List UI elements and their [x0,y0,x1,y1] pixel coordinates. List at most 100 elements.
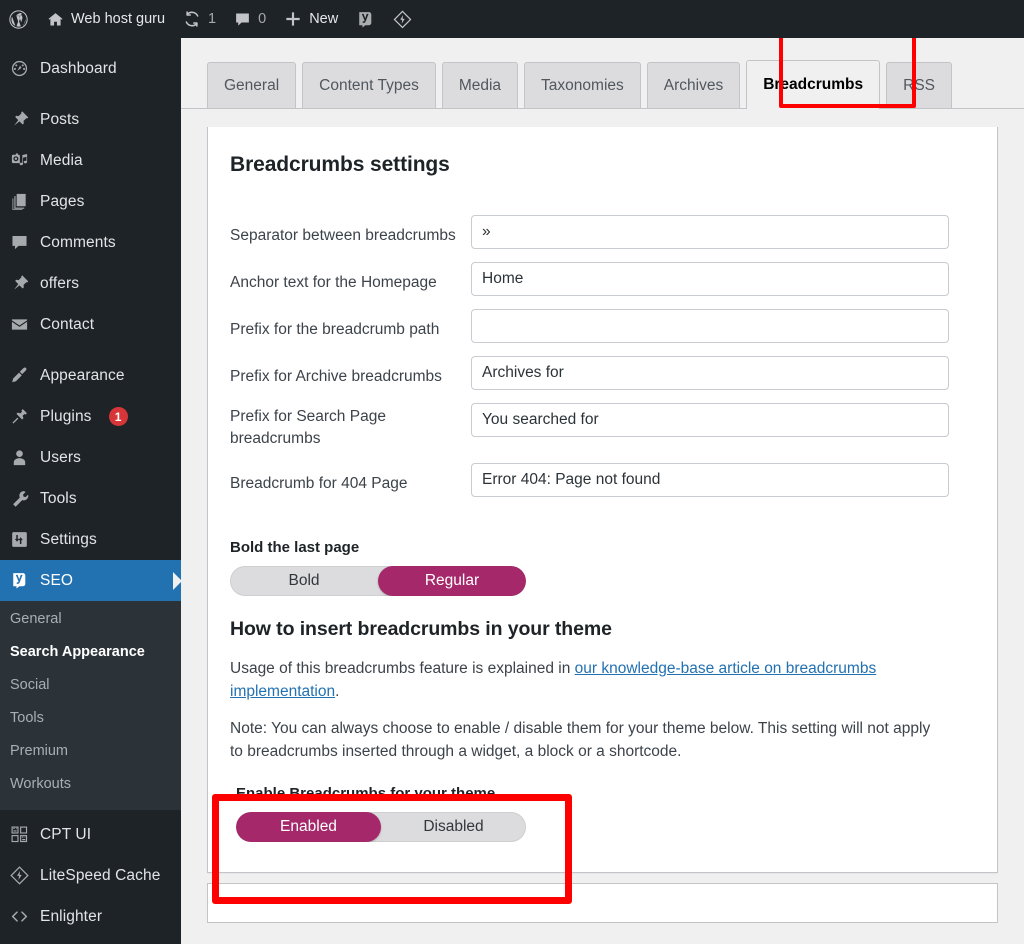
sidebar-item-label: Contact [40,315,95,333]
settings-sliders-icon [8,529,30,551]
archive-prefix-input[interactable] [471,356,949,390]
field-label: Prefix for Search Page breadcrumbs [230,408,386,447]
sidebar-item-cpt-ui[interactable]: CPT UI [0,814,181,855]
wp-logo-menu[interactable] [0,0,38,38]
yoast-adminbar-menu[interactable] [347,0,384,38]
admin-sidebar-menu: Dashboard Posts Media Pages Comments off… [0,38,182,944]
next-settings-card [207,883,998,923]
bold-option[interactable]: Bold [230,566,378,596]
tab-general[interactable]: General [207,62,297,108]
sidebar-item-plugins[interactable]: Plugins 1 [0,396,181,437]
sidebar-item-label: Plugins [40,407,92,425]
yoast-seo-icon [356,10,375,29]
regular-option[interactable]: Regular [378,566,526,596]
enable-breadcrumbs-switch[interactable]: Enabled Disabled [236,812,526,842]
new-label: New [309,11,339,27]
bold-last-page-label: Bold the last page [230,539,360,556]
plug-icon [8,406,30,428]
sidebar-item-enlighter[interactable]: Enlighter [0,896,181,937]
field-row-search-prefix: Prefix for Search Page breadcrumbs [230,403,975,450]
sidebar-lower-group: CPT UI LiteSpeed Cache Enlighter [0,810,181,937]
sidebar-item-users[interactable]: Users [0,437,181,478]
litespeed-diamond-icon [8,865,30,887]
site-name-menu[interactable]: Web host guru [38,0,174,38]
envelope-icon [8,314,30,336]
field-label: Anchor text for the Homepage [230,274,437,291]
sidebar-item-label: Dashboard [40,59,117,77]
sidebar-item-litespeed-cache[interactable]: LiteSpeed Cache [0,855,181,896]
field-label: Prefix for the breadcrumb path [230,321,440,338]
sidebar-item-label: LiteSpeed Cache [40,866,161,884]
breadcrumb-path-prefix-input[interactable] [471,309,949,343]
comments-menu[interactable]: 0 [225,0,275,38]
sidebar-item-contact[interactable]: Contact [0,304,181,345]
field-row-homepage-anchor: Anchor text for the Homepage [230,262,975,296]
sidebar-item-dashboard[interactable]: Dashboard [0,48,181,89]
dashboard-gauge-icon [8,58,30,80]
separator-input[interactable] [471,215,949,249]
breadcrumbs-settings-card: Breadcrumbs settings Separator between b… [207,127,998,904]
usage-prefix-text: Usage of this breadcrumbs feature is exp… [230,660,575,677]
submenu-item-workouts[interactable]: Workouts [0,768,181,801]
home-icon [47,11,64,28]
pin-icon [8,273,30,295]
submenu-item-general[interactable]: General [0,603,181,636]
field-row-path-prefix: Prefix for the breadcrumb path [230,309,975,343]
wordpress-logo-icon [8,9,29,30]
sidebar-item-appearance[interactable]: Appearance [0,355,181,396]
sidebar-item-label: Tools [40,489,77,507]
enlighter-code-icon [8,906,30,928]
sidebar-item-media[interactable]: Media [0,140,181,181]
main-content-area: General Content Types Media Taxonomies A… [181,38,1024,944]
comment-bubble-icon [234,11,251,28]
tab-archives[interactable]: Archives [646,62,741,108]
tab-rss[interactable]: RSS [886,62,953,108]
yoast-seo-icon [8,570,30,592]
litespeed-adminbar-menu[interactable] [384,0,421,38]
field-label: Separator between breadcrumbs [230,227,456,244]
bold-last-page-group: Bold the last page Bold Regular [230,539,975,596]
sidebar-item-label: Users [40,448,81,466]
submenu-item-tools[interactable]: Tools [0,702,181,735]
search-page-prefix-input[interactable] [471,403,949,437]
submenu-item-premium[interactable]: Premium [0,735,181,768]
sidebar-item-posts[interactable]: Posts [0,99,181,140]
homepage-anchor-input[interactable] [471,262,949,296]
paint-brush-icon [8,365,30,387]
comment-bubble-icon [8,232,30,254]
submenu-item-search-appearance[interactable]: Search Appearance [0,636,181,669]
bold-last-page-switch[interactable]: Bold Regular [230,566,526,596]
disabled-option[interactable]: Disabled [381,812,526,842]
sidebar-item-label: Media [40,151,83,169]
usage-paragraph: Usage of this breadcrumbs feature is exp… [230,657,945,703]
tab-breadcrumbs[interactable]: Breadcrumbs [746,60,881,109]
sidebar-item-pages[interactable]: Pages [0,181,181,222]
sidebar-item-label: Pages [40,192,85,210]
sidebar-item-comments[interactable]: Comments [0,222,181,263]
sidebar-item-label: CPT UI [40,825,92,843]
new-content-menu[interactable]: New [275,0,347,38]
updates-menu[interactable]: 1 [174,0,225,38]
sidebar-item-seo[interactable]: SEO [0,560,182,601]
tab-content-types[interactable]: Content Types [302,62,436,108]
menu-top-spacer [0,38,181,48]
update-arrows-icon [183,10,201,28]
insert-breadcrumbs-heading: How to insert breadcrumbs in your theme [230,618,612,640]
pages-stack-icon [8,191,30,213]
sidebar-item-label: Enlighter [40,907,103,925]
sidebar-item-offers[interactable]: offers [0,263,181,304]
media-camera-music-icon [8,150,30,172]
submenu-item-social[interactable]: Social [0,669,181,702]
sidebar-item-tools[interactable]: Tools [0,478,181,519]
tab-taxonomies[interactable]: Taxonomies [524,62,641,108]
enable-breadcrumbs-group: Enable Breadcrumbs for your theme Enable… [230,777,975,852]
usage-suffix-text: . [335,683,340,700]
enabled-option[interactable]: Enabled [236,812,381,842]
tab-media[interactable]: Media [441,62,519,108]
sidebar-item-settings[interactable]: Settings [0,519,181,560]
note-paragraph: Note: You can always choose to enable / … [230,720,931,760]
breadcrumb-404-input[interactable] [471,463,949,497]
comments-count: 0 [258,11,267,27]
enable-breadcrumbs-label: Enable Breadcrumbs for your theme [236,785,496,802]
seo-submenu: General Search Appearance Social Tools P… [0,601,181,810]
